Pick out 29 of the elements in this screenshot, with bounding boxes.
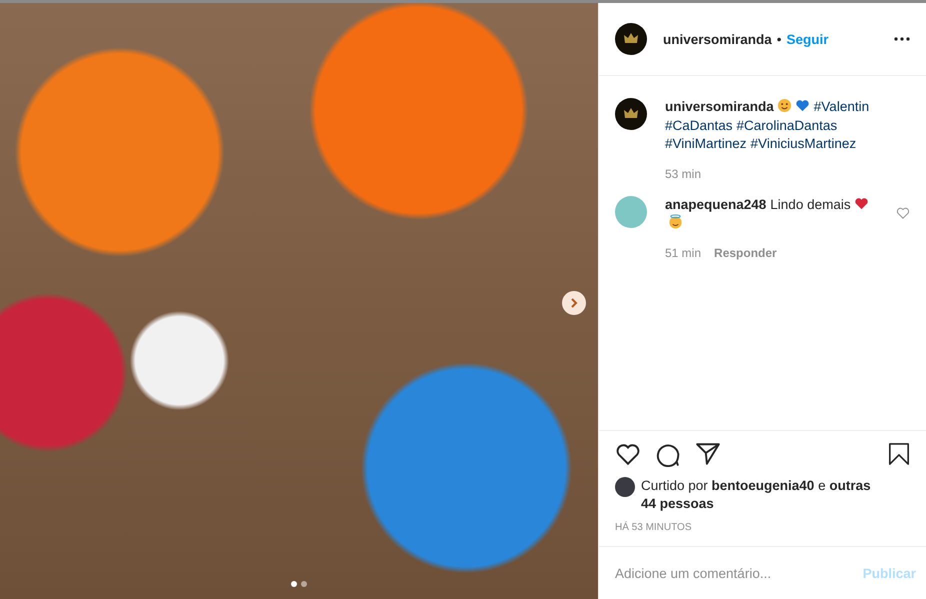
hashtag-link[interactable]: #CarolinaDantas — [736, 116, 838, 135]
smiling-face-icon — [776, 98, 792, 113]
next-arrow-button[interactable] — [562, 291, 586, 315]
chevron-right-icon — [569, 298, 579, 308]
liked-by-text: Curtido por bentoeugenia40 e outras 44 pessoas — [641, 477, 872, 513]
hashtag-link[interactable]: #Valentin — [814, 98, 870, 116]
smiling-face-icon — [668, 214, 683, 229]
bookmark-icon[interactable] — [888, 441, 910, 467]
username-link[interactable]: universomiranda — [663, 32, 772, 46]
comment-text: Lindo demais — [770, 196, 851, 212]
hashtag-link[interactable]: #CaDantas — [665, 116, 733, 135]
separator-dot: • — [776, 32, 782, 46]
user-avatar-icon[interactable] — [615, 477, 635, 497]
post-timestamp: HÁ 53 MINUTOS — [615, 521, 692, 534]
username-link[interactable]: universomiranda — [665, 99, 774, 114]
heart-icon — [854, 196, 869, 210]
carousel-dot[interactable] — [291, 581, 297, 587]
crown-avatar-icon[interactable] — [615, 23, 647, 55]
share-icon[interactable] — [695, 441, 721, 467]
heart-icon — [794, 98, 810, 113]
carousel-dot[interactable] — [301, 581, 307, 587]
comment-time: 53 min — [665, 166, 702, 182]
more-options-icon[interactable] — [894, 37, 910, 41]
username-link[interactable]: anapequena248 — [665, 196, 766, 212]
hashtag-link[interactable]: #ViniciusMartinez — [750, 135, 856, 154]
comment-time: 51 min — [665, 244, 702, 260]
like-comment-heart-icon[interactable] — [896, 206, 910, 220]
hashtag-link[interactable]: #ViniMartinez — [665, 135, 747, 154]
crown-avatar-icon[interactable] — [615, 98, 647, 130]
